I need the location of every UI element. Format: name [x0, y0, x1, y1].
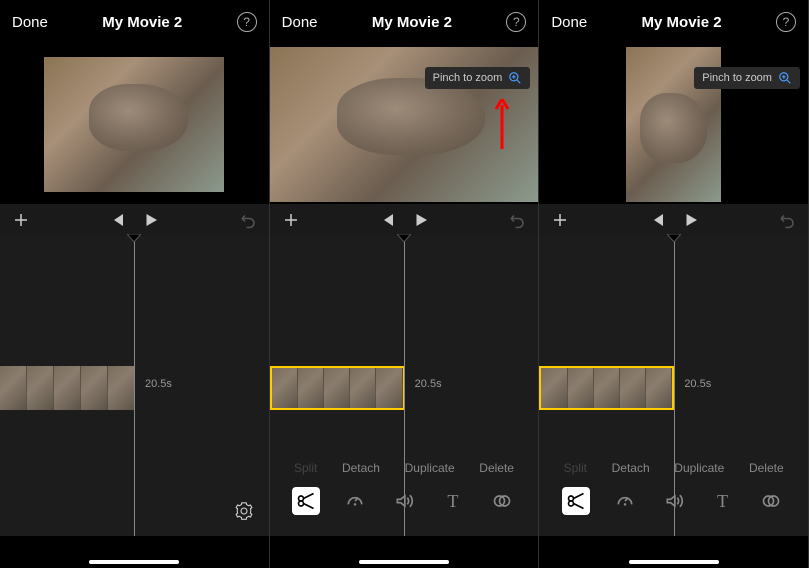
playhead[interactable]: [134, 236, 135, 536]
play-button[interactable]: [682, 211, 700, 229]
playhead-marker: [667, 229, 681, 247]
playhead-marker: [397, 229, 411, 247]
skip-to-start-button[interactable]: [378, 211, 396, 229]
timeline[interactable]: 20.5s Split Detach Duplicate Delete T: [270, 236, 539, 536]
filters-tool[interactable]: [757, 487, 785, 515]
undo-button[interactable]: [508, 211, 526, 229]
timeline[interactable]: 20.5s Split Detach Duplicate Delete T: [539, 236, 808, 536]
scissors-tool[interactable]: [292, 487, 320, 515]
play-button[interactable]: [142, 211, 160, 229]
text-tool[interactable]: T: [709, 487, 737, 515]
tooltip-label: Pinch to zoom: [702, 72, 772, 84]
screen-panel-3: Done My Movie 2 ? Pinch to zoom 20.5s: [539, 0, 809, 568]
undo-button[interactable]: [778, 211, 796, 229]
zoom-icon[interactable]: [778, 71, 792, 85]
header: Done My Movie 2 ?: [539, 0, 808, 44]
scissors-tool[interactable]: [562, 487, 590, 515]
screen-panel-1: Done My Movie 2 ? 20.5s: [0, 0, 270, 568]
playhead-marker: [127, 229, 141, 247]
video-clip-selected[interactable]: [539, 366, 674, 410]
detach-action[interactable]: Detach: [612, 461, 650, 475]
project-title: My Movie 2: [102, 14, 182, 31]
project-title: My Movie 2: [372, 14, 452, 31]
delete-action[interactable]: Delete: [749, 461, 784, 475]
done-button[interactable]: Done: [12, 14, 48, 31]
delete-action[interactable]: Delete: [479, 461, 514, 475]
add-media-button[interactable]: [282, 211, 300, 229]
done-button[interactable]: Done: [282, 14, 318, 31]
play-button[interactable]: [412, 211, 430, 229]
duplicate-action[interactable]: Duplicate: [405, 461, 455, 475]
help-button[interactable]: ?: [506, 12, 526, 32]
home-indicator: [359, 560, 449, 564]
tooltip-label: Pinch to zoom: [433, 72, 503, 84]
text-tool[interactable]: T: [439, 487, 467, 515]
split-action: Split: [564, 461, 587, 475]
help-button[interactable]: ?: [776, 12, 796, 32]
add-media-button[interactable]: [12, 211, 30, 229]
add-media-button[interactable]: [551, 211, 569, 229]
undo-button[interactable]: [239, 211, 257, 229]
skip-to-start-button[interactable]: [648, 211, 666, 229]
home-indicator: [629, 560, 719, 564]
settings-button[interactable]: [235, 502, 253, 520]
done-button[interactable]: Done: [551, 14, 587, 31]
header: Done My Movie 2 ?: [270, 0, 539, 44]
pinch-to-zoom-tooltip: Pinch to zoom: [425, 67, 531, 89]
playhead[interactable]: [674, 236, 675, 536]
preview-video-frame: [44, 57, 224, 192]
clip-duration: 20.5s: [145, 378, 172, 390]
pinch-to-zoom-tooltip: Pinch to zoom: [694, 67, 800, 89]
skip-to-start-button[interactable]: [108, 211, 126, 229]
preview-area[interactable]: [0, 44, 269, 204]
clip-duration: 20.5s: [415, 378, 442, 390]
preview-area[interactable]: Pinch to zoom: [270, 44, 539, 204]
header: Done My Movie 2 ?: [0, 0, 269, 44]
duplicate-action[interactable]: Duplicate: [674, 461, 724, 475]
detach-action[interactable]: Detach: [342, 461, 380, 475]
video-clip[interactable]: [0, 366, 135, 410]
filters-tool[interactable]: [488, 487, 516, 515]
speed-tool[interactable]: [611, 487, 639, 515]
playhead[interactable]: [404, 236, 405, 536]
preview-area[interactable]: Pinch to zoom: [539, 44, 808, 204]
screen-panel-2: Done My Movie 2 ? Pinch to zoom 20.5s: [270, 0, 540, 568]
speed-tool[interactable]: [341, 487, 369, 515]
annotation-arrow: [494, 99, 510, 154]
split-action: Split: [294, 461, 317, 475]
home-indicator: [89, 560, 179, 564]
help-button[interactable]: ?: [237, 12, 257, 32]
timeline[interactable]: 20.5s: [0, 236, 269, 536]
zoom-icon[interactable]: [508, 71, 522, 85]
project-title: My Movie 2: [642, 14, 722, 31]
video-clip-selected[interactable]: [270, 366, 405, 410]
clip-duration: 20.5s: [684, 378, 711, 390]
